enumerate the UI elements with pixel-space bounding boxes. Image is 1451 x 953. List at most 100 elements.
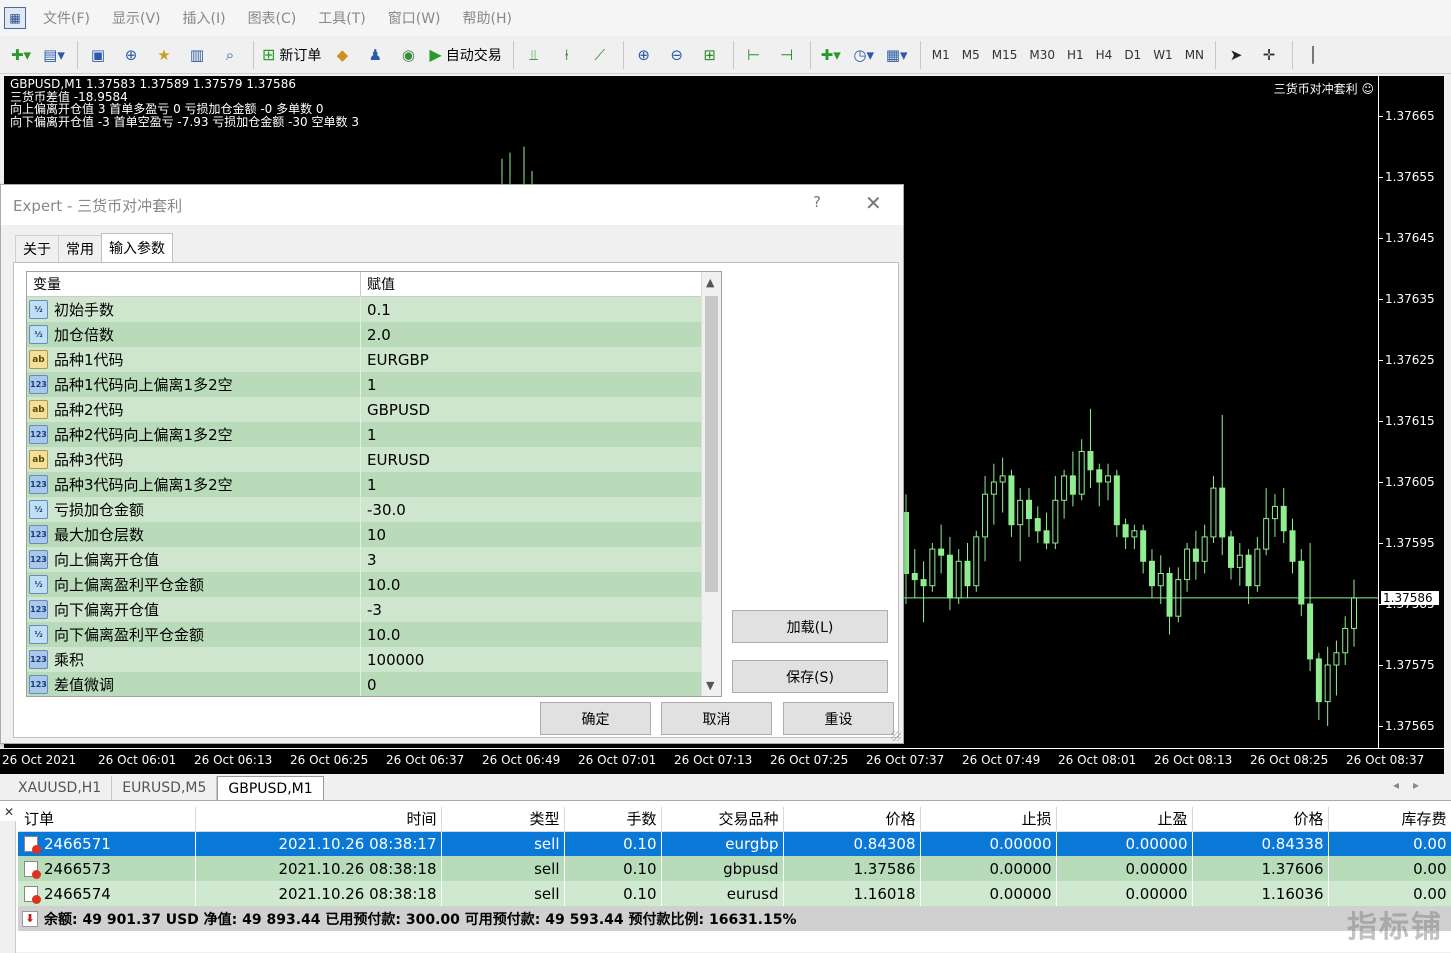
signals-icon[interactable]: ♟ [360, 40, 390, 70]
col-lots[interactable]: 手数 [564, 807, 661, 831]
param-value[interactable]: EURUSD [361, 447, 721, 472]
param-value[interactable]: -30.0 [361, 497, 721, 522]
cancel-button[interactable]: 取消 [661, 702, 772, 735]
table-row[interactable]: 2466574 2021.10.26 08:38:18 sell 0.10 eu… [18, 881, 1451, 906]
close-icon[interactable]: ✕ [4, 805, 14, 819]
autoscroll-icon[interactable]: ⊣ [772, 40, 802, 70]
param-value[interactable]: 10 [361, 522, 721, 547]
param-row[interactable]: 123品种1代码向上偏离1多2空1 [27, 372, 721, 397]
resize-grip-icon[interactable] [891, 731, 901, 741]
cursor-icon[interactable]: ➤ [1221, 40, 1251, 70]
timeframe-w1[interactable]: W1 [1147, 48, 1179, 62]
indicators-icon[interactable]: ✚▾ [816, 40, 846, 70]
tab-about[interactable]: 关于 [15, 235, 58, 263]
param-value[interactable]: 1 [361, 372, 721, 397]
chart-tab-xauusd[interactable]: XAUUSD,H1 [8, 776, 112, 800]
bar-chart-icon[interactable]: ⫫ [519, 40, 549, 70]
timeframe-h4[interactable]: H4 [1090, 48, 1119, 62]
table-row[interactable]: 2466571 2021.10.26 08:38:17 sell 0.10 eu… [18, 831, 1451, 856]
param-value[interactable]: 100000 [361, 647, 721, 672]
timeframe-mn[interactable]: MN [1179, 48, 1210, 62]
candlestick-icon[interactable]: ⍿ [552, 40, 582, 70]
profiles-icon[interactable]: ▤▾ [39, 40, 69, 70]
tile-windows-icon[interactable]: ⊞ [695, 40, 725, 70]
timeframe-m15[interactable]: M15 [986, 48, 1024, 62]
menu-window[interactable]: 窗口(W) [377, 8, 452, 28]
scrollbar-thumb[interactable] [705, 296, 718, 592]
strategy-tester-icon[interactable]: ⌕ [215, 40, 245, 70]
chart-shift-icon[interactable]: ⊢ [739, 40, 769, 70]
param-value[interactable]: 1 [361, 422, 721, 447]
param-row[interactable]: ab品种2代码GBPUSD [27, 397, 721, 422]
param-row[interactable]: 123向下偏离开仓值-3 [27, 597, 721, 622]
timeframe-m30[interactable]: M30 [1023, 48, 1061, 62]
line-chart-icon[interactable]: ⟋ [585, 40, 615, 70]
menu-charts[interactable]: 图表(C) [237, 8, 308, 28]
param-value[interactable]: 10.0 [361, 572, 721, 597]
load-button[interactable]: 加载(L) [732, 610, 888, 643]
col-sl[interactable]: 止损 [920, 807, 1056, 831]
param-value[interactable]: 3 [361, 547, 721, 572]
data-window-icon[interactable]: ⊕ [116, 40, 146, 70]
param-row[interactable]: 123差值微调0 [27, 672, 721, 697]
zoom-out-icon[interactable]: ⊖ [662, 40, 692, 70]
save-button[interactable]: 保存(S) [732, 660, 888, 693]
params-scrollbar[interactable]: ▲ ▼ [701, 272, 721, 696]
col-variable[interactable]: 变量 [27, 272, 361, 296]
scroll-down-icon[interactable]: ▼ [706, 679, 714, 692]
scroll-up-icon[interactable]: ▲ [706, 276, 714, 289]
param-row[interactable]: 123品种3代码向上偏离1多2空1 [27, 472, 721, 497]
table-row[interactable]: 2466573 2021.10.26 08:38:18 sell 0.10 gb… [18, 856, 1451, 881]
menu-file[interactable]: 文件(F) [32, 8, 101, 28]
param-value[interactable]: 2.0 [361, 322, 721, 347]
param-row[interactable]: ½加仓倍数2.0 [27, 322, 721, 347]
param-row[interactable]: ½向上偏离盈利平仓金额10.0 [27, 572, 721, 597]
tab-scroll-arrows[interactable]: ◂▸ [1393, 778, 1433, 792]
col-open-price[interactable]: 价格 [783, 807, 920, 831]
timeframe-m5[interactable]: M5 [956, 48, 986, 62]
param-value[interactable]: 0.1 [361, 297, 721, 322]
col-swap[interactable]: 库存费 [1328, 807, 1451, 831]
close-icon[interactable]: ✕ [865, 191, 882, 215]
col-tp[interactable]: 止盈 [1056, 807, 1192, 831]
timeframe-m1[interactable]: M1 [926, 48, 956, 62]
param-row[interactable]: 123最大加仓层数10 [27, 522, 721, 547]
param-value[interactable]: EURGBP [361, 347, 721, 372]
param-row[interactable]: ab品种3代码EURUSD [27, 447, 721, 472]
market-watch-icon[interactable]: ▣ [83, 40, 113, 70]
terminal-icon[interactable]: ▥ [182, 40, 212, 70]
timeframe-h1[interactable]: H1 [1061, 48, 1090, 62]
ok-button[interactable]: 确定 [540, 702, 651, 735]
menu-insert[interactable]: 插入(I) [172, 8, 237, 28]
metaeditor-icon[interactable]: ◆ [327, 40, 357, 70]
auto-trading-button[interactable]: ▶自动交易 [426, 40, 504, 70]
navigator-icon[interactable]: ★ [149, 40, 179, 70]
reset-button[interactable]: 重设 [783, 702, 894, 735]
timeframe-d1[interactable]: D1 [1118, 48, 1147, 62]
periods-icon[interactable]: ◷▾ [849, 40, 879, 70]
radar-icon[interactable]: ◉ [393, 40, 423, 70]
templates-icon[interactable]: ▦▾ [882, 40, 912, 70]
chart-tab-gbpusd[interactable]: GBPUSD,M1 [217, 776, 323, 800]
param-value[interactable]: GBPUSD [361, 397, 721, 422]
param-value[interactable]: 1 [361, 472, 721, 497]
param-value[interactable]: 10.0 [361, 622, 721, 647]
tab-inputs[interactable]: 输入参数 [101, 233, 173, 263]
vertical-line-icon[interactable]: │ [1298, 40, 1328, 70]
col-ticket[interactable]: 订单 [18, 807, 195, 831]
col-price[interactable]: 价格 [1192, 807, 1328, 831]
menu-tools[interactable]: 工具(T) [307, 8, 376, 28]
param-row[interactable]: ½初始手数0.1 [27, 297, 721, 322]
crosshair-icon[interactable]: ✛ [1254, 40, 1284, 70]
param-row[interactable]: ab品种1代码EURGBP [27, 347, 721, 372]
col-type[interactable]: 类型 [441, 807, 564, 831]
param-value[interactable]: -3 [361, 597, 721, 622]
chart-tab-eurusd[interactable]: EURUSD,M5 [112, 776, 217, 800]
zoom-in-icon[interactable]: ⊕ [629, 40, 659, 70]
param-row[interactable]: 123向上偏离开仓值3 [27, 547, 721, 572]
param-row[interactable]: 123乘积100000 [27, 647, 721, 672]
tab-common[interactable]: 常用 [58, 235, 101, 263]
col-symbol[interactable]: 交易品种 [661, 807, 783, 831]
col-value[interactable]: 赋值 [361, 272, 395, 296]
col-time[interactable]: 时间 [195, 807, 441, 831]
